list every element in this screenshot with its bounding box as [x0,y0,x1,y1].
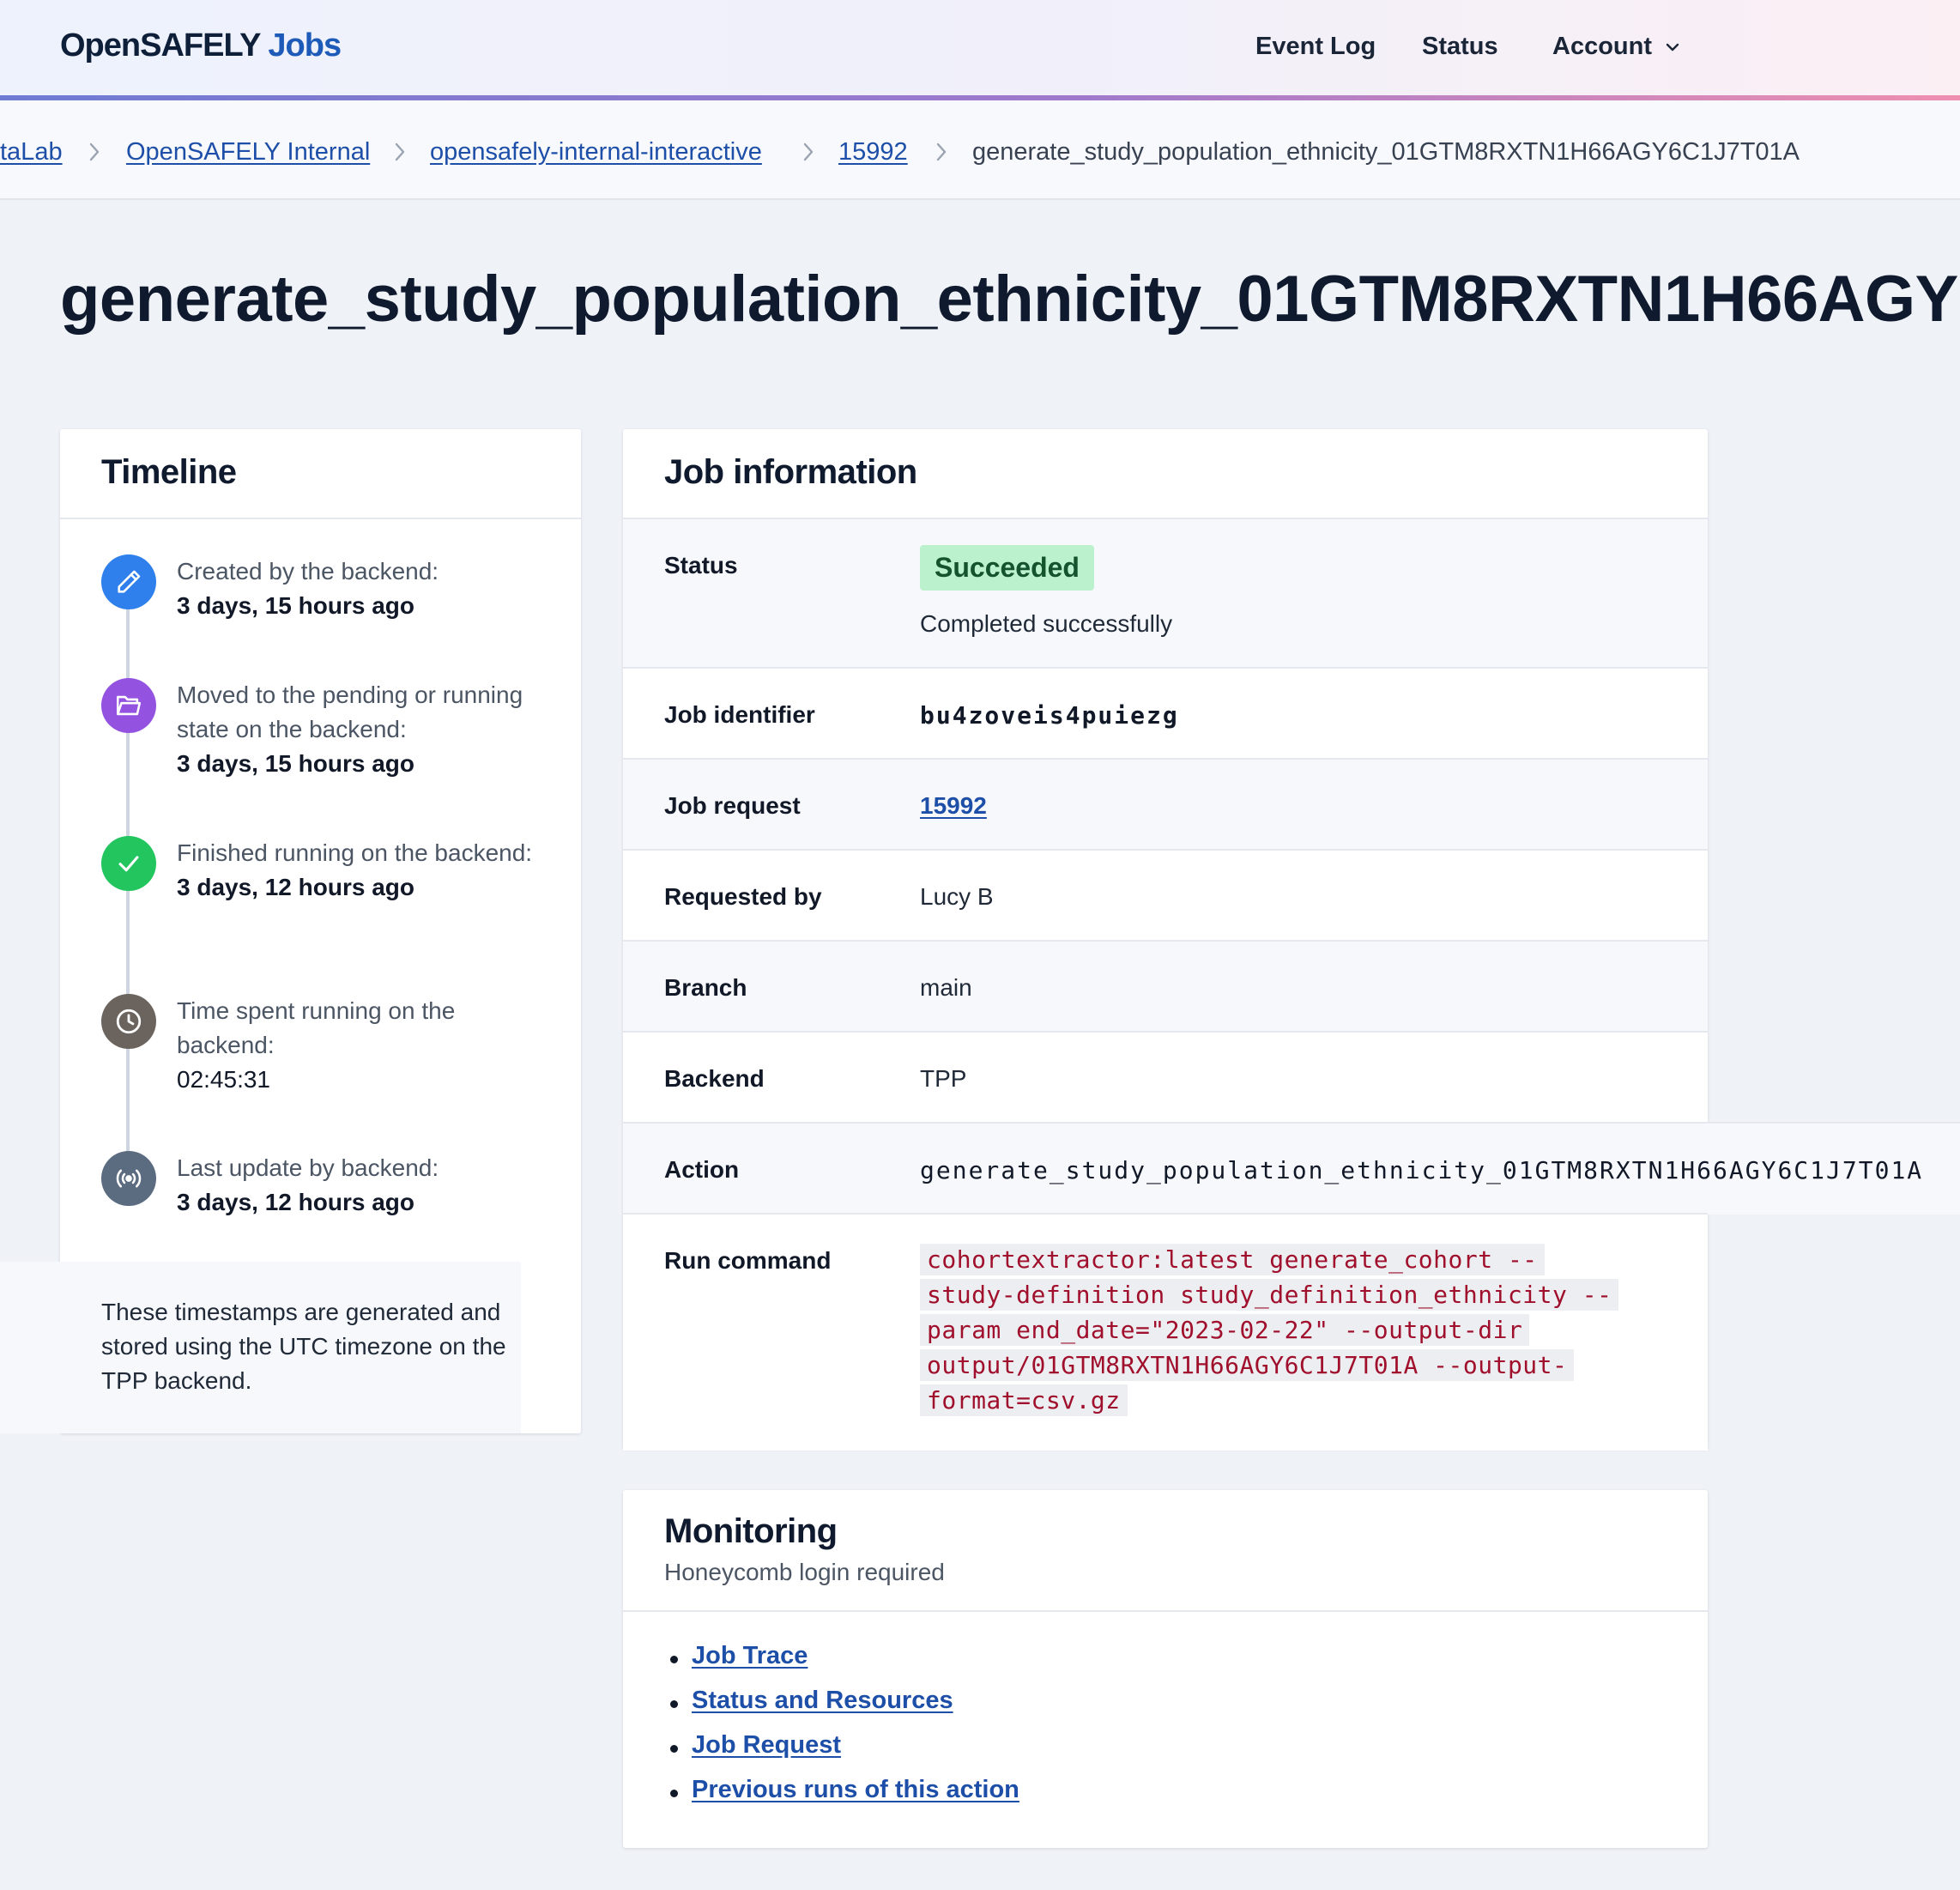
broadcast-icon [101,1151,156,1206]
run-command-code: cohortextractor:latest generate_cohort -… [920,1242,1624,1418]
backend-row: Backend TPP [623,1031,1708,1124]
job-identifier-label: Job identifier [664,701,815,728]
pencil-icon [101,554,156,609]
job-status-detail: Completed successfully [920,610,1173,637]
breadcrumb-current-job: generate_study_population_ethnicity_01GT… [972,138,1800,166]
timeline-event-label: Last update by backend: [177,1154,439,1181]
list-item: Previous runs of this action [664,1776,1019,1820]
breadcrumb-workspace[interactable]: opensafely-internal-interactive [430,138,762,167]
backend-label: Backend [664,1065,765,1092]
list-item: Job Trace [664,1642,1019,1687]
nav-account-menu[interactable]: Account [1552,33,1683,61]
action-row: Action generate_study_population_ethnici… [623,1122,1960,1215]
site-logo[interactable]: OpenSAFELY Jobs [60,27,342,64]
chevron-right-icon [391,139,408,165]
timeline-event-value: 3 days, 12 hours ago [177,1189,414,1215]
timeline-event-created: Created by the backend: 3 days, 15 hours… [177,554,554,623]
breadcrumb-org[interactable]: taLab [0,138,63,167]
timeline-event-label: Time spent running on the backend: [177,997,456,1058]
timeline-event-finished: Finished running on the backend: 3 days,… [177,836,554,905]
job-identifier-value: bu4zoveis4puiezg [920,701,1179,730]
breadcrumb-project[interactable]: OpenSAFELY Internal [126,138,370,167]
logo-main-text: OpenSAFELY [60,27,261,64]
timeline-title: Timeline [101,453,237,491]
breadcrumb: taLab OpenSAFELY Internal opensafely-int… [0,100,1960,200]
top-navbar: OpenSAFELY Jobs Event Log Status Account [0,0,1960,100]
job-trace-link[interactable]: Job Trace [692,1642,808,1669]
timeline-event-last-update: Last update by backend: 3 days, 12 hours… [177,1151,554,1220]
monitoring-links: Job Trace Status and Resources Job Reque… [664,1642,1019,1820]
action-label: Action [664,1156,740,1183]
timeline-event-label: Moved to the pending or running state on… [177,681,523,742]
timeline-card-header: Timeline [60,429,581,519]
branch-row: Branch main [623,940,1708,1033]
job-request-row: Job request 15992 [623,758,1708,851]
status-resources-link[interactable]: Status and Resources [692,1687,953,1714]
timeline-event-value: 02:45:31 [177,1066,270,1093]
monitoring-card: Monitoring Honeycomb login required Job … [623,1490,1708,1848]
logo-accent-text: Jobs [268,27,342,64]
backend-value: TPP [920,1065,967,1092]
job-identifier-row: Job identifier bu4zoveis4puiezg [623,667,1708,760]
timeline-event-value: 3 days, 12 hours ago [177,874,414,900]
requested-by-label: Requested by [664,883,822,910]
previous-runs-link[interactable]: Previous runs of this action [692,1776,1019,1803]
breadcrumb-job-request[interactable]: 15992 [838,138,908,167]
chevron-right-icon [933,139,950,165]
branch-label: Branch [664,974,747,1001]
monitoring-subtitle: Honeycomb login required [664,1559,945,1585]
timeline-event-value: 3 days, 15 hours ago [177,750,414,777]
requested-by-row: Requested by Lucy B [623,849,1708,942]
timeline-event-value: 3 days, 15 hours ago [177,592,414,619]
list-item: Status and Resources [664,1687,1019,1731]
job-status-label: Status [664,552,738,579]
nav-account-label: Account [1552,33,1652,60]
job-information-title: Job information [664,453,917,491]
chevron-right-icon [800,139,817,165]
job-request-link[interactable]: 15992 [920,792,987,820]
status-badge: Succeeded [920,545,1094,591]
branch-value: main [920,974,972,1001]
nav-status[interactable]: Status [1422,33,1498,61]
chevron-down-icon [1666,43,1679,51]
timeline-event-label: Finished running on the backend: [177,839,533,866]
requested-by-value: Lucy B [920,883,994,910]
run-command-row: Run command cohortextractor:latest gener… [623,1213,1708,1451]
timeline-event-duration: Time spent running on the backend: 02:45… [177,994,554,1097]
timeline-timezone-note: These timestamps are generated and store… [101,1299,506,1394]
job-request-label: Job request [664,792,801,819]
run-command-text: cohortextractor:latest generate_cohort -… [920,1244,1619,1416]
run-command-label: Run command [664,1247,832,1274]
list-item: Job Request [664,1731,1019,1776]
monitoring-header: Monitoring Honeycomb login required [623,1490,1708,1612]
nav-event-log[interactable]: Event Log [1255,33,1376,61]
timeline-event-label: Created by the backend: [177,558,439,585]
job-request-monitoring-link[interactable]: Job Request [692,1731,841,1759]
page-title: generate_study_population_ethnicity_01GT… [60,263,1960,336]
folder-icon [101,678,156,733]
chevron-right-icon [86,139,103,165]
clock-icon [101,994,156,1049]
monitoring-title: Monitoring [664,1512,838,1550]
action-value: generate_study_population_ethnicity_01GT… [920,1156,1924,1184]
job-information-header: Job information [623,429,1708,519]
check-icon [101,836,156,891]
job-status-row: Status Succeeded Completed successfully [623,518,1708,669]
timeline-event-pending: Moved to the pending or running state on… [177,678,554,781]
